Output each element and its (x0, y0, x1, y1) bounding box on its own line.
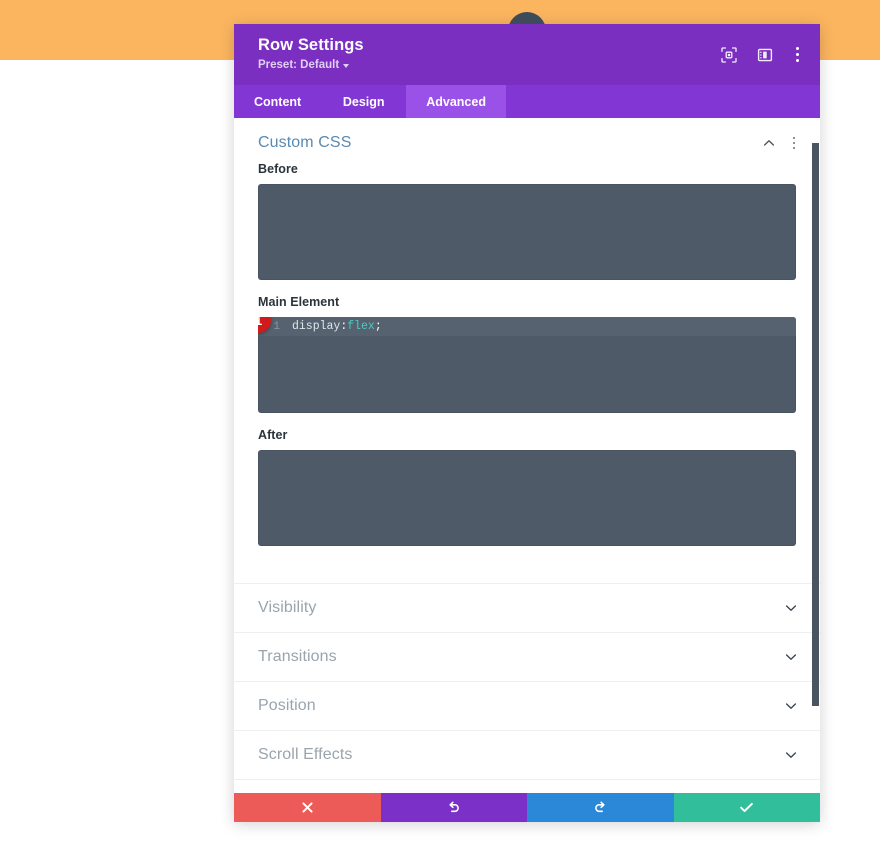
code-editor-after[interactable] (258, 450, 796, 546)
row-settings-modal: Row Settings Preset: Default Content Des… (234, 12, 820, 822)
close-icon (302, 802, 313, 813)
tab-advanced[interactable]: Advanced (406, 85, 506, 118)
kebab-dot (795, 53, 799, 56)
kebab-dot (792, 146, 796, 150)
kebab-dot (792, 136, 796, 140)
chevron-down-icon (785, 752, 797, 758)
modal-body: Custom CSS Before Main Element 1 1 displ… (234, 118, 820, 793)
settings-scroll-area: Custom CSS Before Main Element 1 1 displ… (234, 118, 820, 793)
titlebar-left: Row Settings Preset: Default (258, 33, 364, 72)
scrollbar-track[interactable] (811, 118, 819, 793)
modal-footer (234, 793, 820, 822)
accordion-row-scroll-effects[interactable]: Scroll Effects (234, 731, 820, 780)
accordion-row-position[interactable]: Position (234, 682, 820, 731)
titlebar-actions (720, 33, 802, 64)
code-line: 1 display : flex ; (258, 317, 796, 336)
modal-titlebar: Row Settings Preset: Default (234, 24, 820, 85)
accordion-label: Transitions (258, 648, 337, 665)
tab-content[interactable]: Content (234, 85, 321, 118)
accordion-sections: Visibility Transitions Position Scroll E… (234, 583, 820, 780)
css-property-token: display (292, 320, 341, 333)
field-before: Before (234, 162, 820, 280)
field-label: After (258, 428, 288, 442)
undo-button[interactable] (380, 793, 527, 822)
section-header-actions (762, 135, 798, 152)
kebab-menu-icon[interactable] (792, 45, 802, 64)
tab-label: Content (254, 94, 302, 109)
chevron-down-icon (785, 605, 797, 611)
field-label: Main Element (258, 295, 340, 309)
tab-design[interactable]: Design (321, 85, 406, 118)
modal-title: Row Settings (258, 36, 364, 54)
redo-icon (594, 801, 605, 813)
chevron-down-icon (785, 654, 797, 660)
redo-button[interactable] (527, 793, 674, 822)
chevron-down-icon (785, 703, 797, 709)
code-editor-main-element[interactable]: 1 1 display : flex ; (258, 317, 796, 413)
css-value-token: flex (347, 320, 375, 333)
tab-label: Advanced (426, 94, 486, 109)
css-colon-token: : (340, 320, 348, 333)
accordion-label: Scroll Effects (258, 746, 353, 763)
accordion-row-transitions[interactable]: Transitions (234, 633, 820, 682)
section-kebab-menu-icon[interactable] (790, 135, 798, 152)
tab-label: Design (342, 94, 385, 109)
kebab-dot (792, 141, 796, 145)
check-icon (740, 802, 754, 813)
kebab-dot (795, 47, 799, 50)
accordion-label: Visibility (258, 599, 317, 616)
scrollbar-thumb[interactable] (812, 143, 819, 706)
layout-panel-icon[interactable] (756, 46, 774, 64)
section-header-custom-css[interactable]: Custom CSS (234, 118, 820, 162)
field-label: Before (258, 162, 298, 176)
css-semicolon-token: ; (374, 320, 382, 333)
undo-icon (449, 801, 460, 813)
accordion-label: Position (258, 697, 316, 714)
target-focus-icon[interactable] (720, 46, 738, 64)
save-button[interactable] (673, 793, 820, 822)
chevron-down-icon (343, 63, 350, 68)
preset-label: Preset: Default (258, 59, 340, 71)
section-title: Custom CSS (258, 134, 352, 151)
modal-tabbar: Content Design Advanced (234, 85, 820, 118)
cancel-button[interactable] (234, 793, 381, 822)
field-main-element: Main Element 1 1 display : flex ; (234, 295, 820, 413)
kebab-dot (795, 59, 799, 62)
screen: Row Settings Preset: Default Content Des… (0, 0, 880, 855)
code-editor-before[interactable] (258, 184, 796, 280)
accordion-row-visibility[interactable]: Visibility (234, 584, 820, 633)
preset-selector[interactable]: Preset: Default (258, 58, 364, 72)
field-after: After (234, 428, 820, 546)
chevron-up-icon[interactable] (762, 136, 776, 150)
